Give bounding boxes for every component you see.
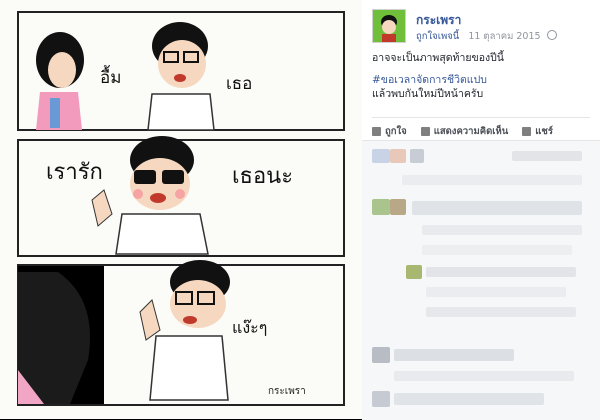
post-meta: ถูกใจเพจนี้ 11 ตุลาคม 2015 [416, 29, 557, 44]
page-name[interactable]: กระเพรา [416, 11, 461, 30]
comic-text-3: เรารัก [46, 160, 103, 185]
blurred-avatar [372, 149, 390, 163]
comic-text-1: อื้ม [100, 68, 122, 88]
thumbs-up-icon [372, 126, 381, 136]
globe-icon [546, 30, 557, 40]
comment-button[interactable]: แสดงความคิดเห็น [420, 121, 509, 141]
blurred-avatar [390, 149, 406, 163]
blurred-text [394, 371, 574, 381]
like-label: ถูกใจ [385, 125, 407, 137]
share-label: แชร์ [535, 125, 553, 137]
comic-signature: กระเพรา [268, 386, 306, 397]
page-avatar[interactable] [372, 9, 406, 43]
blurred-text [402, 175, 582, 185]
post-header: กระเพรา ถูกใจเพจนี้ 11 ตุลาคม 2015 [372, 9, 594, 45]
caption-line: อาจจะเป็นภาพสุดท้ายของปีนี้ [372, 52, 504, 64]
comic-text-2: เธอ [226, 74, 253, 94]
blurred-text [512, 151, 582, 161]
comments-blurred [362, 140, 600, 420]
like-button[interactable]: ถูกใจ [372, 121, 407, 141]
post-sidebar: กระเพรา ถูกใจเพจนี้ 11 ตุลาคม 2015 อาจจะ… [362, 0, 600, 420]
comic-text-4: เธอนะ [232, 164, 294, 189]
blurred-avatar [390, 199, 406, 215]
blurred-text [412, 201, 582, 215]
blurred-text [410, 149, 424, 163]
blurred-text [394, 349, 514, 361]
blurred-text [426, 307, 576, 317]
comic-text-5: แง๊ะๆ [232, 318, 268, 337]
girl-figure-back [18, 266, 104, 404]
blurred-avatar [406, 265, 422, 279]
share-button[interactable]: แชร์ [522, 121, 553, 141]
blurred-text [422, 245, 572, 255]
blurred-avatar [372, 391, 390, 407]
comment-label: แสดงความคิดเห็น [433, 125, 509, 137]
blurred-text [426, 267, 576, 277]
post-actions: ถูกใจ แสดงความคิดเห็น แชร์ [372, 117, 590, 141]
post-caption: อาจจะเป็นภาพสุดท้ายของปีนี้ #ขอเวลาจัดกา… [372, 51, 590, 101]
blurred-avatar [372, 199, 390, 215]
post-date[interactable]: 11 ตุลาคม 2015 [468, 31, 540, 42]
blurred-text [426, 287, 566, 297]
hashtag-link[interactable]: #ขอเวลาจัดการชีวิตแปบ [372, 73, 590, 87]
share-icon [522, 126, 532, 136]
caption-line: แล้วพบกันใหม่ปีหน้าครับ [372, 88, 484, 100]
blurred-avatar [372, 347, 390, 363]
blurred-text [394, 393, 544, 405]
comment-icon [420, 126, 430, 136]
blurred-text [422, 225, 582, 235]
like-page-link[interactable]: ถูกใจเพจนี้ [416, 31, 459, 42]
comic-photo[interactable]: อื้ม เธอ เรารัก เธอนะ แง๊ะๆ กระเพรา [0, 0, 362, 419]
